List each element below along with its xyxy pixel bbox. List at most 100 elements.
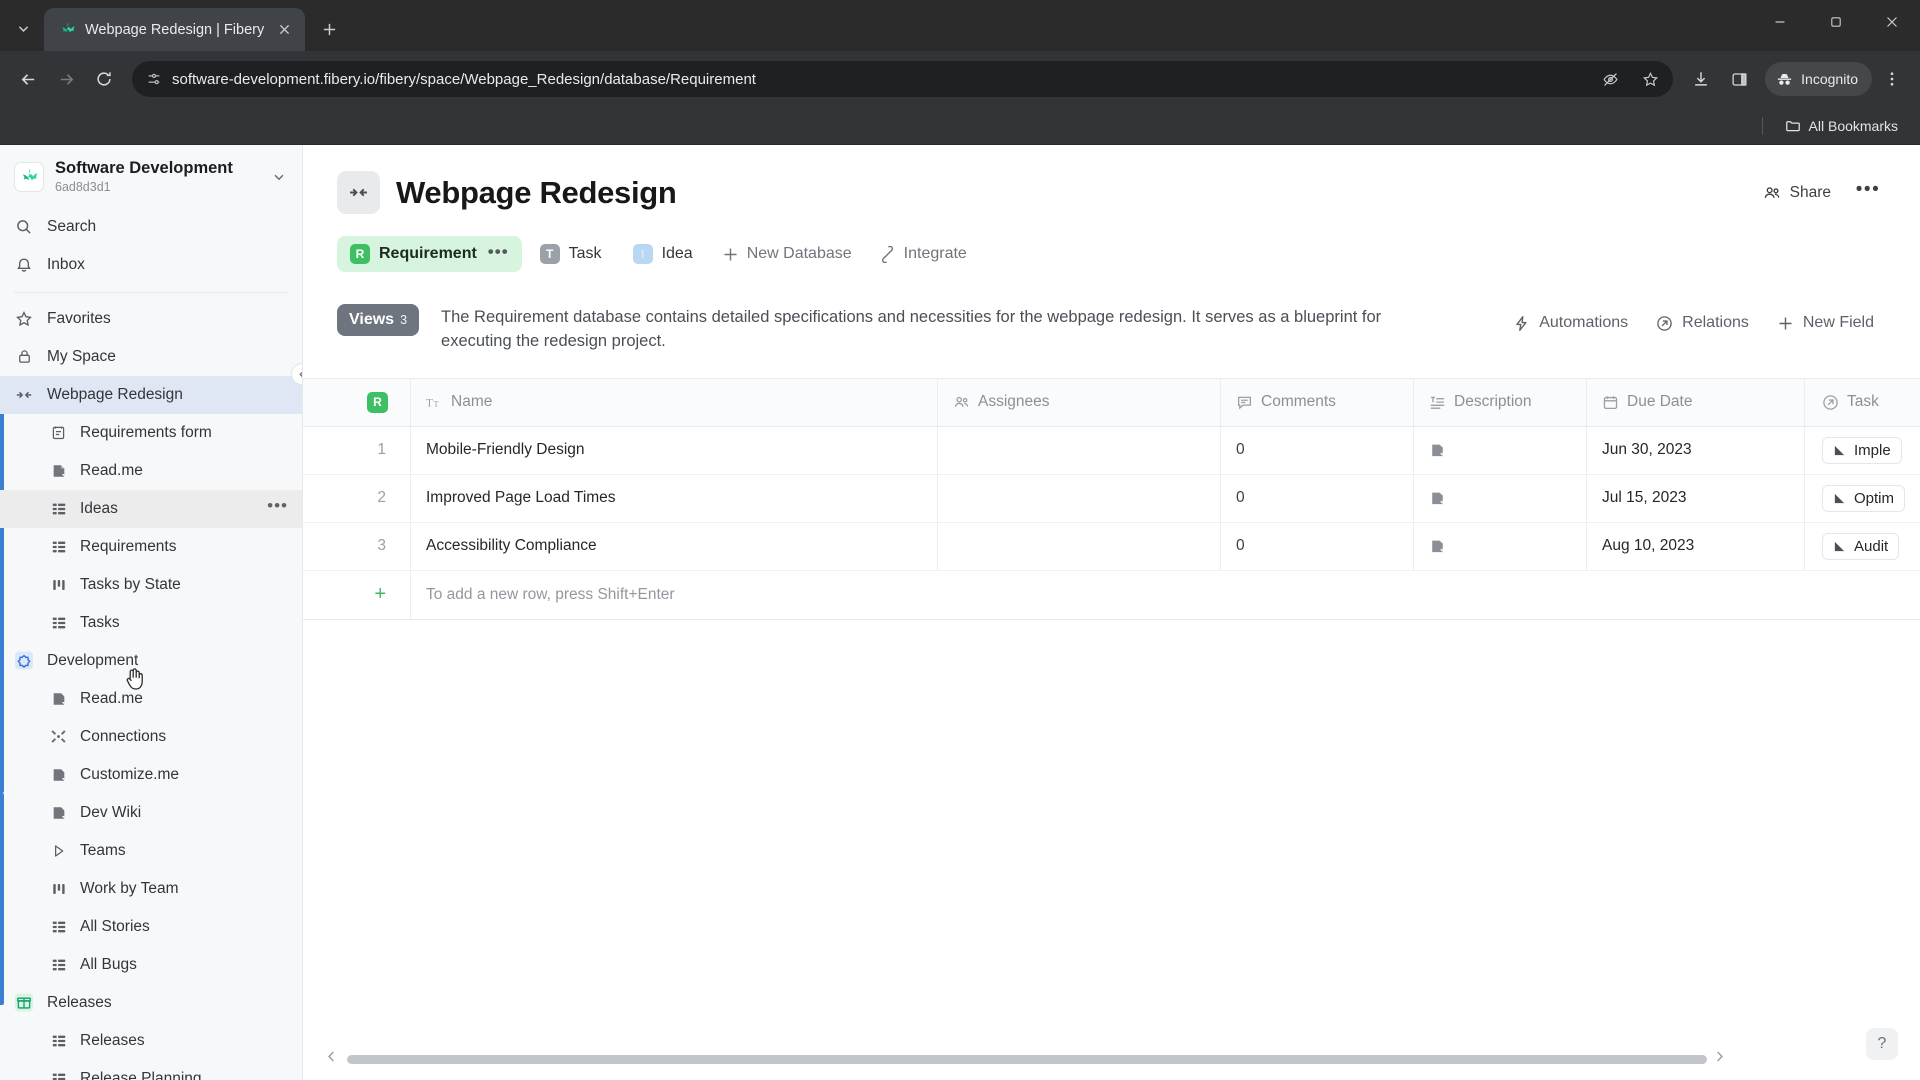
scrollbar-thumb[interactable] [347, 1054, 1707, 1064]
cell-task[interactable]: Imple [1805, 427, 1920, 474]
sidebar-item-tasks-by-state[interactable]: Tasks by State [0, 566, 302, 604]
cell-comments[interactable]: 0 [1221, 426, 1414, 474]
browser-tab[interactable]: Webpage Redesign | Fibery [44, 8, 306, 51]
sidebar-item-requirements-form[interactable]: Requirements form [0, 414, 302, 452]
cell-comments[interactable]: 0 [1221, 522, 1414, 570]
sidebar-item-development[interactable]: Development [0, 642, 302, 680]
tab-idea[interactable]: I Idea [620, 236, 706, 272]
star-icon[interactable] [1635, 64, 1665, 94]
sidebar-item-tasks[interactable]: Tasks [0, 604, 302, 642]
cell-due-date[interactable]: Jun 30, 2023 [1587, 426, 1805, 474]
new-field-button[interactable]: New Field [1765, 305, 1886, 341]
incognito-indicator[interactable]: Incognito [1765, 62, 1872, 96]
table-row[interactable]: 2 Improved Page Load Times 0 Jul 15, 202… [303, 474, 1920, 523]
horizontal-scrollbar[interactable] [303, 1050, 1920, 1068]
sidebar-item-releases-space[interactable]: Releases [0, 984, 302, 1022]
sidebar-item-my-space[interactable]: My Space [0, 338, 302, 376]
address-bar[interactable]: software-development.fibery.io/fibery/sp… [132, 61, 1674, 97]
sidebar-item-webpage-redesign[interactable]: Webpage Redesign [0, 375, 302, 414]
share-button[interactable]: Share [1750, 175, 1844, 211]
table-row[interactable]: 3 Accessibility Compliance 0 Aug 10, 202… [303, 522, 1920, 571]
cell-description[interactable] [1414, 426, 1587, 474]
cell-due-date[interactable]: Aug 10, 2023 [1587, 522, 1805, 570]
sidebar-item-dev-wiki[interactable]: Dev Wiki [0, 794, 302, 832]
eye-slash-icon[interactable] [1595, 64, 1625, 94]
column-header-comments[interactable]: Comments [1221, 378, 1414, 426]
tab-task[interactable]: T Task [527, 236, 615, 272]
minimize-icon[interactable] [1752, 0, 1808, 44]
cell-description[interactable] [1414, 522, 1587, 570]
cell-name[interactable]: Mobile-Friendly Design [411, 426, 938, 474]
sidebar-item-all-stories[interactable]: All Stories [0, 908, 302, 946]
task-link-pill[interactable]: Optim [1822, 484, 1906, 512]
sidebar-item-all-bugs[interactable]: All Bugs [0, 946, 302, 984]
sidebar-item-read-me-dev[interactable]: Read.me [0, 680, 302, 718]
workspace-switcher[interactable]: Software Development 6ad8d3d1 [0, 145, 302, 208]
cell-task[interactable]: Audit [1805, 523, 1920, 570]
views-button[interactable]: Views 3 [337, 304, 420, 336]
gift-icon [14, 992, 34, 1013]
arrow-back-icon[interactable] [10, 61, 46, 97]
sidebar-item-favorites[interactable]: Favorites [0, 300, 302, 338]
add-row[interactable]: + To add a new row, press Shift+Enter [303, 570, 1920, 619]
close-icon[interactable] [273, 19, 295, 41]
chevron-left-icon[interactable] [325, 1050, 341, 1068]
cell-comments[interactable]: 0 [1221, 474, 1414, 522]
arrow-forward-icon[interactable] [48, 61, 84, 97]
sidebar-tree[interactable]: Favorites My Space Webpage Redesign Requ… [0, 300, 302, 1080]
new-tab-button[interactable] [313, 13, 345, 45]
tab-search-icon[interactable] [6, 11, 40, 45]
cell-assignees[interactable] [938, 426, 1221, 474]
tab-menu-icon[interactable]: ••• [488, 243, 509, 261]
sidebar-item-teams[interactable]: Teams [0, 832, 302, 870]
sidebar-item-inbox[interactable]: Inbox [0, 246, 302, 284]
task-link-pill[interactable]: Imple [1822, 436, 1902, 464]
column-header-due-date[interactable]: Due Date [1587, 378, 1805, 426]
sidebar-item-release-planning[interactable]: Release Planning [0, 1060, 302, 1080]
chevron-down-icon[interactable] [268, 170, 290, 184]
table-row[interactable]: 1 Mobile-Friendly Design 0 Jun 30, 2023 … [303, 426, 1920, 475]
help-button[interactable]: ? [1866, 1028, 1898, 1060]
sidebar-item-customize-me[interactable]: Customize.me [0, 756, 302, 794]
download-icon[interactable] [1683, 61, 1719, 97]
cell-name[interactable]: Accessibility Compliance [411, 522, 938, 570]
reload-icon[interactable] [86, 61, 122, 97]
restore-icon[interactable] [1808, 0, 1864, 44]
three-dots-vertical-icon[interactable] [1874, 61, 1910, 97]
column-header-task[interactable]: Task [1805, 379, 1920, 426]
sidebar-item-read-me[interactable]: Read.me [0, 452, 302, 490]
integrate-button[interactable]: Integrate [868, 236, 978, 272]
share-users-icon [1763, 184, 1781, 202]
all-bookmarks-button[interactable]: All Bookmarks [1777, 113, 1906, 139]
sidebar-item-connections[interactable]: Connections [0, 718, 302, 756]
sidebar-item-ideas[interactable]: Ideas ••• [0, 489, 302, 528]
site-settings-icon[interactable] [146, 71, 162, 87]
plus-icon[interactable]: + [374, 583, 386, 606]
sidebar-item-requirements[interactable]: Requirements [0, 528, 302, 566]
tab-requirement[interactable]: R Requirement ••• [337, 236, 522, 272]
sidebar-item-menu-icon[interactable]: ••• [267, 497, 288, 516]
cell-assignees[interactable] [938, 474, 1221, 522]
task-link-pill[interactable]: Audit [1822, 532, 1900, 560]
close-icon[interactable] [1864, 0, 1920, 44]
column-header-name[interactable]: TT Name [411, 378, 938, 426]
automations-label: Automations [1539, 314, 1629, 331]
add-row-hint[interactable]: To add a new row, press Shift+Enter [411, 571, 938, 619]
chevron-right-icon[interactable] [1713, 1050, 1729, 1068]
cell-name[interactable]: Improved Page Load Times [411, 474, 938, 522]
cell-task[interactable]: Optim [1805, 475, 1920, 522]
column-header-assignees[interactable]: Assignees [938, 378, 1221, 426]
side-panel-icon[interactable] [1721, 61, 1757, 97]
share-label: Share [1789, 183, 1831, 201]
cell-assignees[interactable] [938, 522, 1221, 570]
column-header-description[interactable]: Description [1414, 378, 1587, 426]
automations-button[interactable]: Automations [1501, 305, 1640, 341]
more-options-button[interactable]: ••• [1850, 175, 1886, 211]
sidebar-item-search[interactable]: Search [0, 208, 302, 246]
cell-due-date[interactable]: Jul 15, 2023 [1587, 474, 1805, 522]
sidebar-item-releases[interactable]: Releases [0, 1022, 302, 1060]
sidebar-item-work-by-team[interactable]: Work by Team [0, 870, 302, 908]
new-database-button[interactable]: New Database [711, 236, 863, 272]
relations-button[interactable]: Relations [1644, 305, 1761, 341]
cell-description[interactable] [1414, 474, 1587, 522]
